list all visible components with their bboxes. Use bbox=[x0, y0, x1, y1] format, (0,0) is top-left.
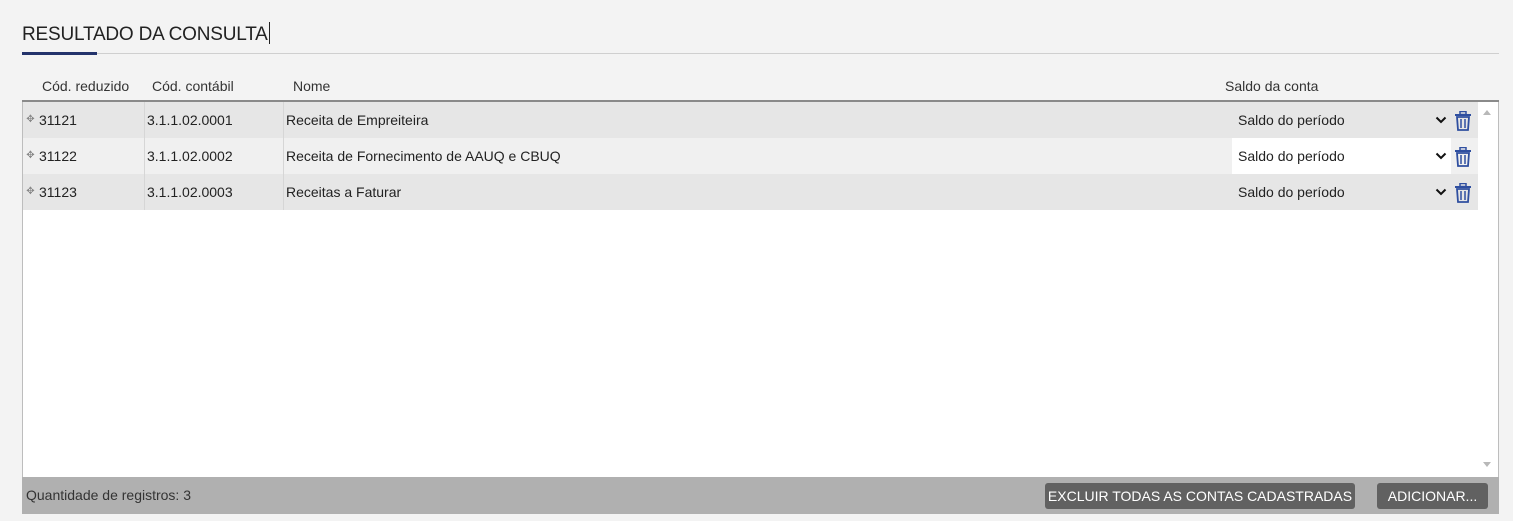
section-title-text: RESULTADO DA CONSULTA bbox=[22, 24, 268, 45]
vertical-scrollbar[interactable] bbox=[1478, 102, 1498, 475]
saldo-select-value: Saldo do período bbox=[1238, 148, 1345, 164]
cell-cod-contabil: 3.1.1.02.0002 bbox=[147, 148, 233, 164]
cell-cod-reduzido: 31123 bbox=[39, 184, 77, 200]
section-title: RESULTADO DA CONSULTA bbox=[22, 22, 270, 47]
saldo-select[interactable]: Saldo do período bbox=[1232, 102, 1451, 138]
grid-footer: Quantidade de registros: 3 EXCLUIR TODAS… bbox=[22, 477, 1499, 514]
title-divider bbox=[22, 53, 1499, 54]
table-row[interactable]: ✥ 31122 3.1.1.02.0002 Receita de Forneci… bbox=[23, 138, 1478, 174]
scroll-down-arrow-icon[interactable] bbox=[1483, 462, 1491, 467]
move-handle-icon[interactable]: ✥ bbox=[25, 138, 36, 174]
column-header-saldo[interactable]: Saldo da conta bbox=[1225, 78, 1318, 94]
record-count: Quantidade de registros: 3 bbox=[26, 487, 191, 503]
saldo-select[interactable]: Saldo do período bbox=[1232, 138, 1451, 174]
cell-nome: Receitas a Faturar bbox=[286, 184, 402, 200]
add-button[interactable]: ADICIONAR... bbox=[1377, 483, 1488, 509]
column-separator bbox=[283, 174, 284, 210]
cell-nome: Receita de Fornecimento de AAUQ e CBUQ bbox=[286, 148, 561, 164]
record-count-value: 3 bbox=[183, 487, 192, 503]
column-separator bbox=[283, 138, 284, 174]
title-accent-bar bbox=[22, 52, 97, 55]
record-count-label: Quantidade de registros: bbox=[26, 487, 180, 503]
column-separator bbox=[283, 102, 284, 138]
grid-header: Cód. reduzido Cód. contábil Nome Saldo d… bbox=[22, 76, 1499, 100]
chevron-down-icon bbox=[1435, 152, 1447, 160]
chevron-down-icon bbox=[1435, 116, 1447, 124]
trash-icon[interactable] bbox=[1454, 147, 1472, 167]
cell-cod-reduzido: 31122 bbox=[39, 148, 77, 164]
trash-icon[interactable] bbox=[1454, 183, 1472, 203]
column-header-nome[interactable]: Nome bbox=[293, 78, 330, 94]
delete-all-accounts-button[interactable]: EXCLUIR TODAS AS CONTAS CADASTRADAS bbox=[1045, 483, 1355, 509]
column-separator bbox=[144, 174, 145, 210]
cell-cod-contabil: 3.1.1.02.0001 bbox=[147, 112, 233, 128]
move-handle-icon[interactable]: ✥ bbox=[25, 174, 36, 210]
chevron-down-icon bbox=[1435, 188, 1447, 196]
cell-cod-reduzido: 31121 bbox=[39, 112, 77, 128]
table-row[interactable]: ✥ 31123 3.1.1.02.0003 Receitas a Faturar… bbox=[23, 174, 1478, 210]
saldo-select[interactable]: Saldo do período bbox=[1232, 174, 1451, 210]
move-handle-icon[interactable]: ✥ bbox=[25, 102, 36, 138]
results-grid: ✥ 31121 3.1.1.02.0001 Receita de Empreit… bbox=[22, 102, 1499, 477]
trash-icon[interactable] bbox=[1454, 111, 1472, 131]
text-cursor bbox=[268, 22, 270, 44]
saldo-select-value: Saldo do período bbox=[1238, 112, 1345, 128]
scroll-up-arrow-icon[interactable] bbox=[1483, 110, 1491, 115]
column-separator bbox=[144, 102, 145, 138]
column-separator bbox=[144, 138, 145, 174]
cell-cod-contabil: 3.1.1.02.0003 bbox=[147, 184, 233, 200]
saldo-select-value: Saldo do período bbox=[1238, 184, 1345, 200]
cell-nome: Receita de Empreiteira bbox=[286, 112, 429, 128]
column-header-cod-reduzido[interactable]: Cód. reduzido bbox=[42, 78, 129, 94]
table-row[interactable]: ✥ 31121 3.1.1.02.0001 Receita de Empreit… bbox=[23, 102, 1478, 138]
column-header-cod-contabil[interactable]: Cód. contábil bbox=[152, 78, 234, 94]
